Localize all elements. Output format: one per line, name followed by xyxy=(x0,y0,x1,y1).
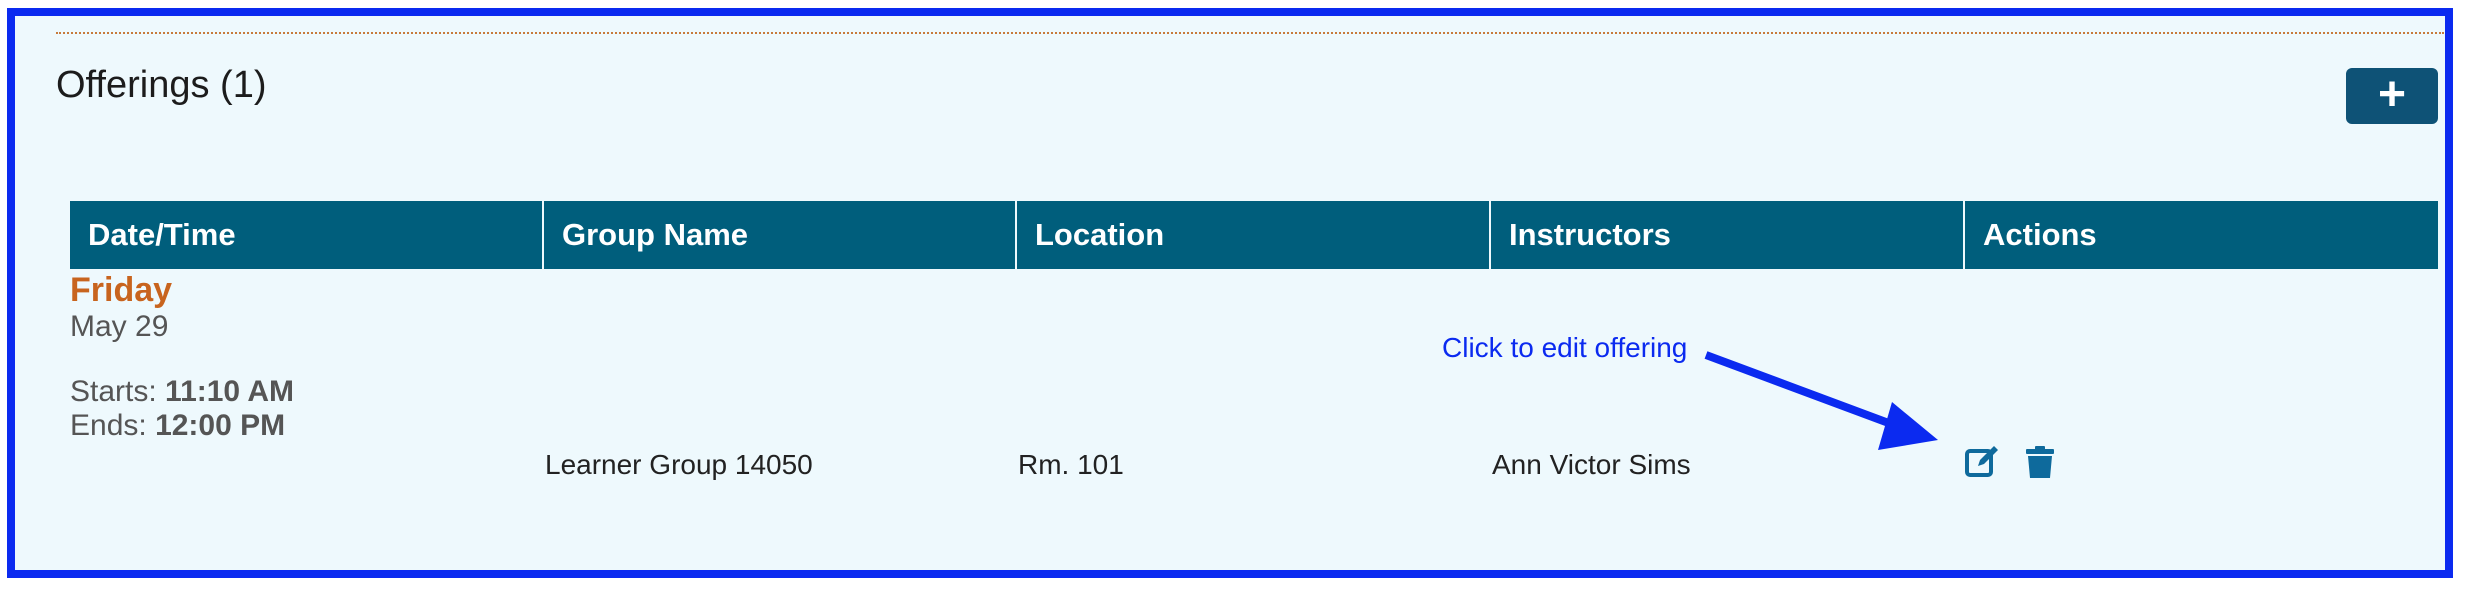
column-header-group-name[interactable]: Group Name xyxy=(542,201,1016,269)
column-header-datetime[interactable]: Date/Time xyxy=(70,201,543,269)
edit-icon[interactable] xyxy=(1964,444,2000,480)
ends-value: 12:00 PM xyxy=(155,409,286,442)
table-row: Friday May 29 Starts: 11:10 AM Ends: 12:… xyxy=(70,269,2438,481)
ends-label: Ends: xyxy=(70,409,147,442)
end-time: Ends: 12:00 PM xyxy=(70,409,543,443)
group-cell: Learner Group 14050 xyxy=(543,269,1016,481)
section-divider xyxy=(56,32,2444,34)
starts-value: 11:10 AM xyxy=(165,375,294,408)
offerings-title: Offerings (1) xyxy=(56,64,267,106)
annotation-label: Click to edit offering xyxy=(1442,332,1688,363)
offering-date: May 29 xyxy=(70,310,169,343)
location: Rm. 101 xyxy=(1018,449,1124,480)
start-time: Starts: 11:10 AM xyxy=(70,375,543,409)
add-offering-button[interactable]: + xyxy=(2346,68,2438,124)
location-cell: Rm. 101 xyxy=(1016,269,1490,481)
column-header-actions: Actions xyxy=(1963,201,2438,269)
offerings-table: Date/Time Group Name Location Instructor… xyxy=(70,201,2438,481)
datetime-cell: Friday May 29 Starts: 11:10 AM Ends: 12:… xyxy=(70,269,543,481)
annotation-arrow xyxy=(1704,351,1938,450)
trash-icon[interactable] xyxy=(2022,444,2058,480)
starts-label: Starts: xyxy=(70,375,157,408)
column-header-instructors[interactable]: Instructors xyxy=(1489,201,1964,269)
actions-cell xyxy=(1964,269,2438,481)
action-icons xyxy=(1964,444,2438,480)
offering-day: Friday xyxy=(70,271,173,309)
group-name: Learner Group 14050 xyxy=(545,449,813,480)
table-header-row: Date/Time Group Name Location Instructor… xyxy=(70,201,2438,269)
column-header-location[interactable]: Location xyxy=(1015,201,1490,269)
